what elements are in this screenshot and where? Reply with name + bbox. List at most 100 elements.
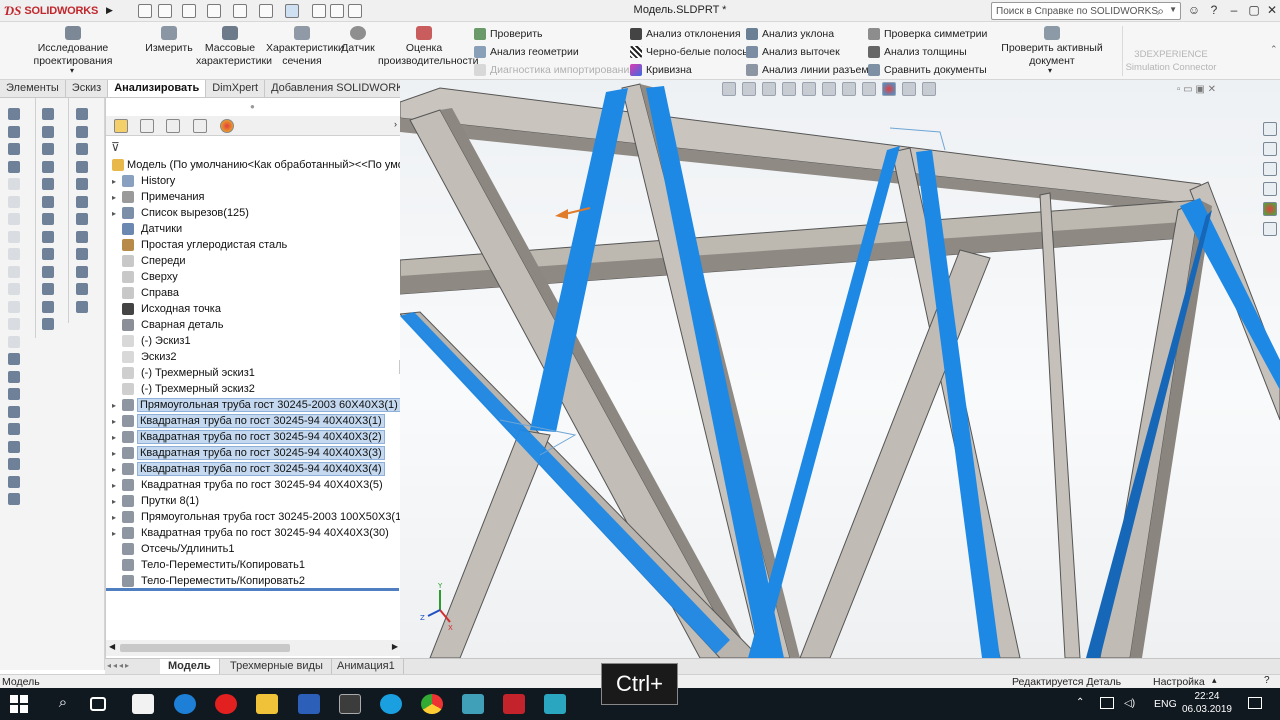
weldment-tool-icon[interactable]	[8, 423, 20, 435]
weldment-tool-icon[interactable]	[76, 178, 88, 190]
expand-arrow-icon[interactable]: ▸	[109, 465, 119, 474]
weldment-tool-icon[interactable]	[8, 458, 20, 470]
chevron-down-icon[interactable]: ▼	[1169, 5, 1177, 14]
view-orientation-icon[interactable]	[822, 82, 836, 96]
compare-documents-button[interactable]: Сравнить документы	[868, 62, 987, 78]
section-properties-button[interactable]: Характеристики сечения	[266, 26, 344, 68]
sensor-button[interactable]: Датчик	[340, 26, 376, 55]
weldment-tool-icon[interactable]	[8, 440, 20, 453]
tree-node[interactable]: Сварная деталь	[109, 317, 227, 333]
app-icon[interactable]	[462, 694, 484, 714]
tree-node[interactable]: ▸ Прямоугольная труба гост 30245-2003 100…	[109, 509, 409, 525]
weldment-tool-icon[interactable]	[8, 353, 20, 365]
tree-node[interactable]: Простая углеродистая сталь	[109, 237, 291, 253]
solidworks-taskbar-icon[interactable]	[503, 694, 525, 714]
weldment-tool-icon[interactable]	[8, 195, 20, 208]
undo-icon[interactable]	[259, 4, 273, 18]
tree-node[interactable]: Спереди	[109, 253, 190, 269]
tree-node[interactable]: (-) Эскиз1	[109, 333, 195, 349]
configuration-manager-tab-icon[interactable]	[166, 119, 180, 133]
home-icon[interactable]	[1263, 122, 1277, 136]
zebra-stripes-button[interactable]: Черно-белые полосы	[630, 44, 750, 60]
tree-node[interactable]: ▸ Примечания	[109, 189, 209, 205]
feature-tree-tab-icon[interactable]	[114, 119, 128, 133]
weldment-tool-icon[interactable]	[76, 125, 88, 138]
design-study-button[interactable]: Исследование проектирования	[4, 26, 142, 68]
import-diagnostics-button[interactable]: Диагностика импортирования	[474, 62, 635, 78]
tree-node[interactable]: ▸ Квадратная труба по гост 30245-94 40X40…	[109, 461, 385, 477]
dimxpert-manager-tab-icon[interactable]	[193, 119, 207, 133]
view-settings-icon[interactable]	[922, 82, 936, 96]
rollback-bar[interactable]	[106, 588, 399, 591]
edit-appearance-icon[interactable]	[882, 82, 896, 96]
expand-arrow-icon[interactable]: ▸	[109, 513, 119, 522]
tree-node[interactable]: ▸ Прутки 8(1)	[109, 493, 203, 509]
tab-dimxpert[interactable]: DimXpert	[206, 80, 266, 97]
scroll-right-icon[interactable]: ▶	[392, 642, 398, 651]
scroll-left-icon[interactable]: ◀	[109, 642, 115, 651]
tree-node[interactable]: Датчики	[109, 221, 186, 237]
tree-node[interactable]: (-) Трехмерный эскиз2	[109, 381, 259, 397]
open-icon[interactable]	[182, 4, 196, 18]
expand-arrow-icon[interactable]: ▸	[109, 177, 119, 186]
notification-icon[interactable]	[1248, 697, 1262, 709]
word-icon[interactable]	[298, 694, 320, 714]
weldment-tool-icon[interactable]	[8, 108, 20, 120]
weldment-tool-icon[interactable]	[76, 230, 88, 243]
calculator-icon[interactable]	[339, 694, 361, 714]
expand-arrow-icon[interactable]: ▸	[109, 209, 119, 218]
close-button[interactable]: ✕	[1264, 3, 1280, 19]
expand-arrow-icon[interactable]: ▸	[109, 433, 119, 442]
weldment-tool-icon[interactable]	[8, 265, 20, 278]
custom-properties-icon[interactable]	[1263, 222, 1277, 236]
weldment-tool-icon[interactable]	[8, 405, 20, 418]
weldment-tool-icon[interactable]	[42, 283, 54, 295]
chrome-icon[interactable]	[421, 694, 443, 714]
search-icon[interactable]: ⌕	[1157, 4, 1164, 19]
draft-analysis-button[interactable]: Анализ уклона	[746, 26, 874, 42]
mass-properties-button[interactable]: Массовые характеристики	[196, 26, 272, 68]
weldment-tool-icon[interactable]	[8, 213, 20, 225]
tab-model[interactable]: Модель	[160, 659, 220, 675]
weldment-tool-icon[interactable]	[42, 230, 54, 243]
scroll-thumb[interactable]	[120, 644, 290, 652]
weldment-tool-icon[interactable]	[8, 300, 20, 313]
help-icon[interactable]: ?	[1264, 675, 1270, 686]
tree-node[interactable]: Тело-Переместить/Копировать1	[109, 557, 309, 573]
filter-icon[interactable]: ⊽	[111, 140, 120, 154]
appearances-icon[interactable]	[1263, 202, 1277, 216]
apply-scene-icon[interactable]	[902, 82, 916, 96]
tree-node[interactable]: Сверху	[109, 269, 182, 285]
chevron-down-icon[interactable]: ▾	[70, 66, 74, 75]
weldment-tool-icon[interactable]	[76, 108, 88, 120]
edge-icon[interactable]	[174, 694, 196, 714]
home-icon[interactable]	[138, 4, 152, 18]
weldment-tool-icon[interactable]	[8, 475, 20, 488]
weldment-tool-icon[interactable]	[42, 213, 54, 225]
tree-node[interactable]: Отсечь/Удлинить1	[109, 541, 238, 557]
status-settings[interactable]: Настройка	[1153, 676, 1205, 688]
design-library-icon[interactable]	[1263, 162, 1277, 176]
chevron-right-icon[interactable]: ›	[394, 119, 397, 129]
tab-animation[interactable]: Анимация1	[329, 659, 404, 675]
weldment-tool-icon[interactable]	[76, 283, 88, 295]
minimize-button[interactable]: –	[1226, 3, 1242, 19]
weldment-tool-icon[interactable]	[42, 108, 54, 120]
expand-arrow-icon[interactable]: ▸	[109, 193, 119, 202]
weldment-tool-icon[interactable]	[8, 230, 20, 243]
tree-node[interactable]: ▸ Квадратная труба по гост 30245-94 40X40…	[109, 445, 385, 461]
symmetry-check-button[interactable]: Проверка симметрии	[868, 26, 987, 42]
weldment-tool-icon[interactable]	[8, 318, 20, 330]
store-icon[interactable]	[132, 694, 154, 714]
expand-arrow-icon[interactable]: ▸	[109, 417, 119, 426]
expand-arrow-icon[interactable]: ▸	[109, 497, 119, 506]
curvature-button[interactable]: Кривизна	[630, 62, 750, 78]
display-style-icon[interactable]	[842, 82, 856, 96]
zoom-to-fit-icon[interactable]	[722, 82, 736, 96]
weldment-tool-icon[interactable]	[76, 265, 88, 278]
weldment-tool-icon[interactable]	[42, 195, 54, 208]
weldment-tool-icon[interactable]	[42, 248, 54, 260]
geometry-analysis-button[interactable]: Анализ геометрии	[474, 44, 635, 60]
menu-expand-icon[interactable]: ▶	[106, 5, 113, 16]
rebuild-icon[interactable]	[312, 4, 326, 18]
